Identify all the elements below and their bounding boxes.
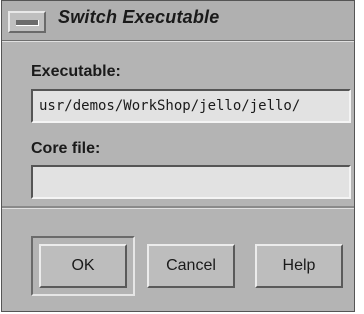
window-menu-icon [16, 20, 39, 26]
background [355, 0, 364, 314]
executable-field[interactable] [31, 89, 351, 123]
title-bar[interactable]: Switch Executable [2, 1, 354, 41]
window-menu-button[interactable] [8, 11, 46, 33]
executable-label: Executable: [31, 63, 121, 80]
ok-button[interactable]: OK [39, 244, 127, 288]
help-button[interactable]: Help [255, 244, 343, 288]
dialog-form: Executable: Core file: [2, 41, 354, 206]
window-title: Switch Executable [58, 7, 220, 27]
switch-executable-dialog: Switch Executable Executable: Core file:… [1, 0, 355, 312]
corefile-field[interactable] [31, 165, 351, 199]
cancel-button[interactable]: Cancel [147, 244, 235, 288]
button-row: OK Cancel Help [2, 209, 354, 311]
corefile-label: Core file: [31, 140, 101, 157]
